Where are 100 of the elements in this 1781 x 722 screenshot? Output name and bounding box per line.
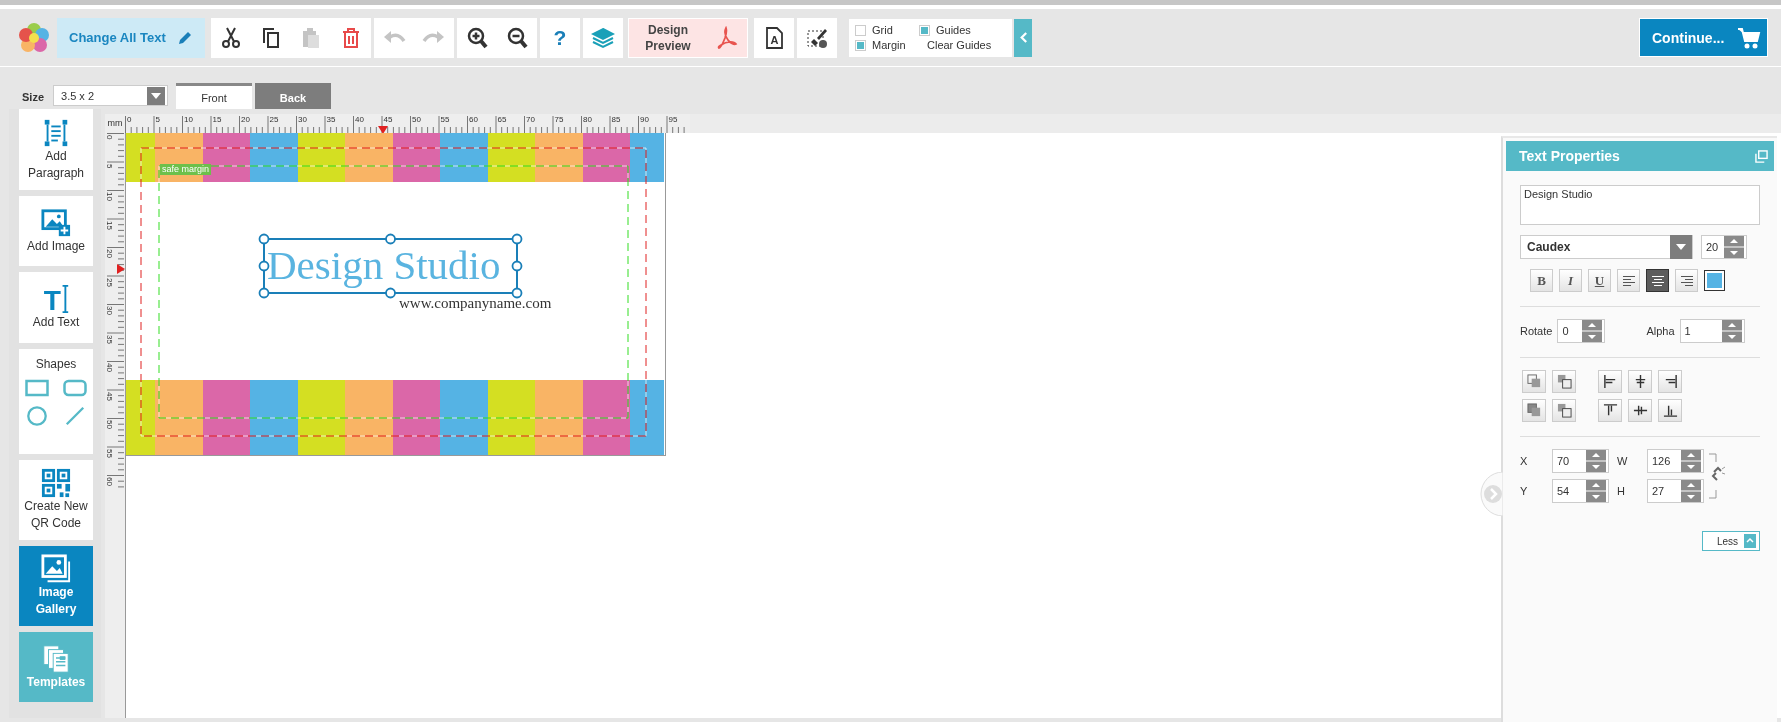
- ruler-label: 65: [497, 115, 507, 124]
- ruler-label: 35: [105, 334, 114, 344]
- collapse-button[interactable]: [1014, 18, 1032, 57]
- number-field[interactable]: 70: [1552, 449, 1609, 473]
- font-select[interactable]: Caudex: [1520, 235, 1693, 259]
- ruler-label: 60: [105, 477, 114, 486]
- ruler-label: 70: [526, 115, 535, 124]
- arrange-button[interactable]: [1598, 399, 1622, 422]
- align-left-icon: [1621, 274, 1636, 287]
- qr-code-button[interactable]: Create New QR Code: [19, 460, 93, 540]
- zoom-out-icon: [505, 25, 529, 50]
- ruler-label: 60: [469, 115, 478, 124]
- rotate-field[interactable]: 0: [1557, 319, 1606, 343]
- ruler-label: 15: [105, 220, 114, 230]
- arrange-backward-icon: [1556, 374, 1572, 389]
- option-label[interactable]: Grid: [872, 24, 893, 36]
- rounded-rectangle-icon[interactable]: [63, 379, 87, 397]
- arrange-back-icon: [1556, 403, 1572, 418]
- arrange-button[interactable]: [1628, 399, 1652, 422]
- add-paragraph-button[interactable]: Add Paragraph: [19, 109, 93, 190]
- ruler-label: 75: [554, 115, 564, 124]
- align-center-icon: [1650, 274, 1665, 287]
- arrange-left-icon: [1602, 374, 1618, 389]
- stepper[interactable]: [1681, 480, 1701, 502]
- ruler-label: 10: [184, 115, 193, 124]
- ruler-label: 25: [269, 115, 279, 124]
- ruler-label: 55: [105, 448, 114, 458]
- line-icon[interactable]: [64, 405, 86, 427]
- design-preview-button[interactable]: Design Preview: [628, 17, 748, 58]
- image-gallery-button[interactable]: Image Gallery: [19, 546, 93, 626]
- ruler-label: 25: [105, 277, 114, 287]
- arrange-bottom-icon: [1662, 403, 1678, 418]
- add-text-button[interactable]: T Add Text: [19, 272, 93, 343]
- alpha-field[interactable]: 1: [1679, 319, 1745, 343]
- number-field[interactable]: 126: [1647, 449, 1704, 473]
- add-image-button[interactable]: Add Image: [19, 196, 93, 266]
- checkbox[interactable]: [855, 24, 866, 36]
- format-button[interactable]: [1646, 269, 1669, 292]
- arrange-forward-icon: [1526, 374, 1542, 389]
- font-size-field[interactable]: 20: [1701, 235, 1747, 259]
- arrange-front-icon: [1526, 403, 1542, 418]
- size-label: Size: [22, 91, 44, 103]
- stepper[interactable]: [1586, 450, 1606, 472]
- field-label: H: [1617, 485, 1626, 497]
- popout-icon[interactable]: [1755, 149, 1768, 163]
- align-right-icon: [1679, 274, 1694, 287]
- less-button[interactable]: Less: [1702, 531, 1760, 551]
- field-label: Y: [1520, 485, 1529, 497]
- unlink-icon[interactable]: [1708, 452, 1726, 500]
- shapes-heading: Shapes: [35, 357, 77, 371]
- continue-button[interactable]: Continue...: [1639, 18, 1768, 57]
- ruler-label: 50: [412, 115, 421, 124]
- tab[interactable]: Back: [255, 83, 331, 109]
- clear-guides-link[interactable]: Clear Guides: [919, 39, 1012, 51]
- ruler-label: 80: [583, 115, 592, 124]
- selection-frame[interactable]: [258, 233, 523, 299]
- arrange-button[interactable]: [1658, 399, 1682, 422]
- arrange-button[interactable]: [1552, 370, 1576, 393]
- circle-icon[interactable]: [26, 405, 48, 427]
- arrange-button[interactable]: [1552, 399, 1576, 422]
- panel-title: Text Properties: [1519, 148, 1620, 164]
- pdf-icon: [715, 25, 739, 50]
- arrange-button[interactable]: [1658, 370, 1682, 393]
- checkbox[interactable]: [855, 39, 866, 51]
- chevron-left-icon: [1018, 31, 1028, 44]
- option-label[interactable]: Margin: [872, 39, 906, 51]
- cart-icon: [1737, 25, 1761, 50]
- stepper[interactable]: [1721, 320, 1742, 342]
- ruler-label: 55: [440, 115, 450, 124]
- stepper[interactable]: [1582, 320, 1603, 342]
- stepper[interactable]: [1586, 480, 1606, 502]
- caret-up-icon: [1744, 534, 1756, 548]
- number-field[interactable]: 54: [1552, 479, 1609, 503]
- format-button[interactable]: I: [1559, 269, 1582, 292]
- number-field[interactable]: 27: [1647, 479, 1704, 503]
- arrange-button[interactable]: [1628, 370, 1652, 393]
- format-button[interactable]: B: [1530, 269, 1553, 292]
- ruler-label: 90: [640, 115, 649, 124]
- pencil-icon: [177, 29, 193, 46]
- rectangle-icon[interactable]: [25, 379, 49, 397]
- ruler-label: 30: [298, 115, 307, 124]
- safe-margin-label: safe margin: [160, 164, 212, 175]
- card-website[interactable]: www.companyname.com: [399, 294, 552, 312]
- ruler-label: 5: [105, 163, 114, 168]
- arrange-button[interactable]: [1598, 370, 1622, 393]
- arrange-vcenter-icon: [1632, 403, 1648, 418]
- format-button[interactable]: U: [1588, 269, 1611, 292]
- layers-icon: [591, 25, 615, 50]
- text-input[interactable]: Design Studio: [1520, 185, 1760, 225]
- ruler-label: 40: [355, 115, 364, 124]
- checkbox[interactable]: [919, 24, 930, 36]
- stepper[interactable]: [1724, 236, 1744, 258]
- option-label[interactable]: Guides: [936, 24, 971, 36]
- size-select[interactable]: 3.5 x 2: [53, 85, 168, 106]
- ruler-label: 40: [105, 363, 114, 372]
- help-icon: ?: [553, 25, 567, 50]
- tab[interactable]: Front: [176, 83, 252, 109]
- stepper[interactable]: [1681, 450, 1701, 472]
- ruler-label: 15: [212, 115, 222, 124]
- ruler-label: 0: [127, 115, 132, 124]
